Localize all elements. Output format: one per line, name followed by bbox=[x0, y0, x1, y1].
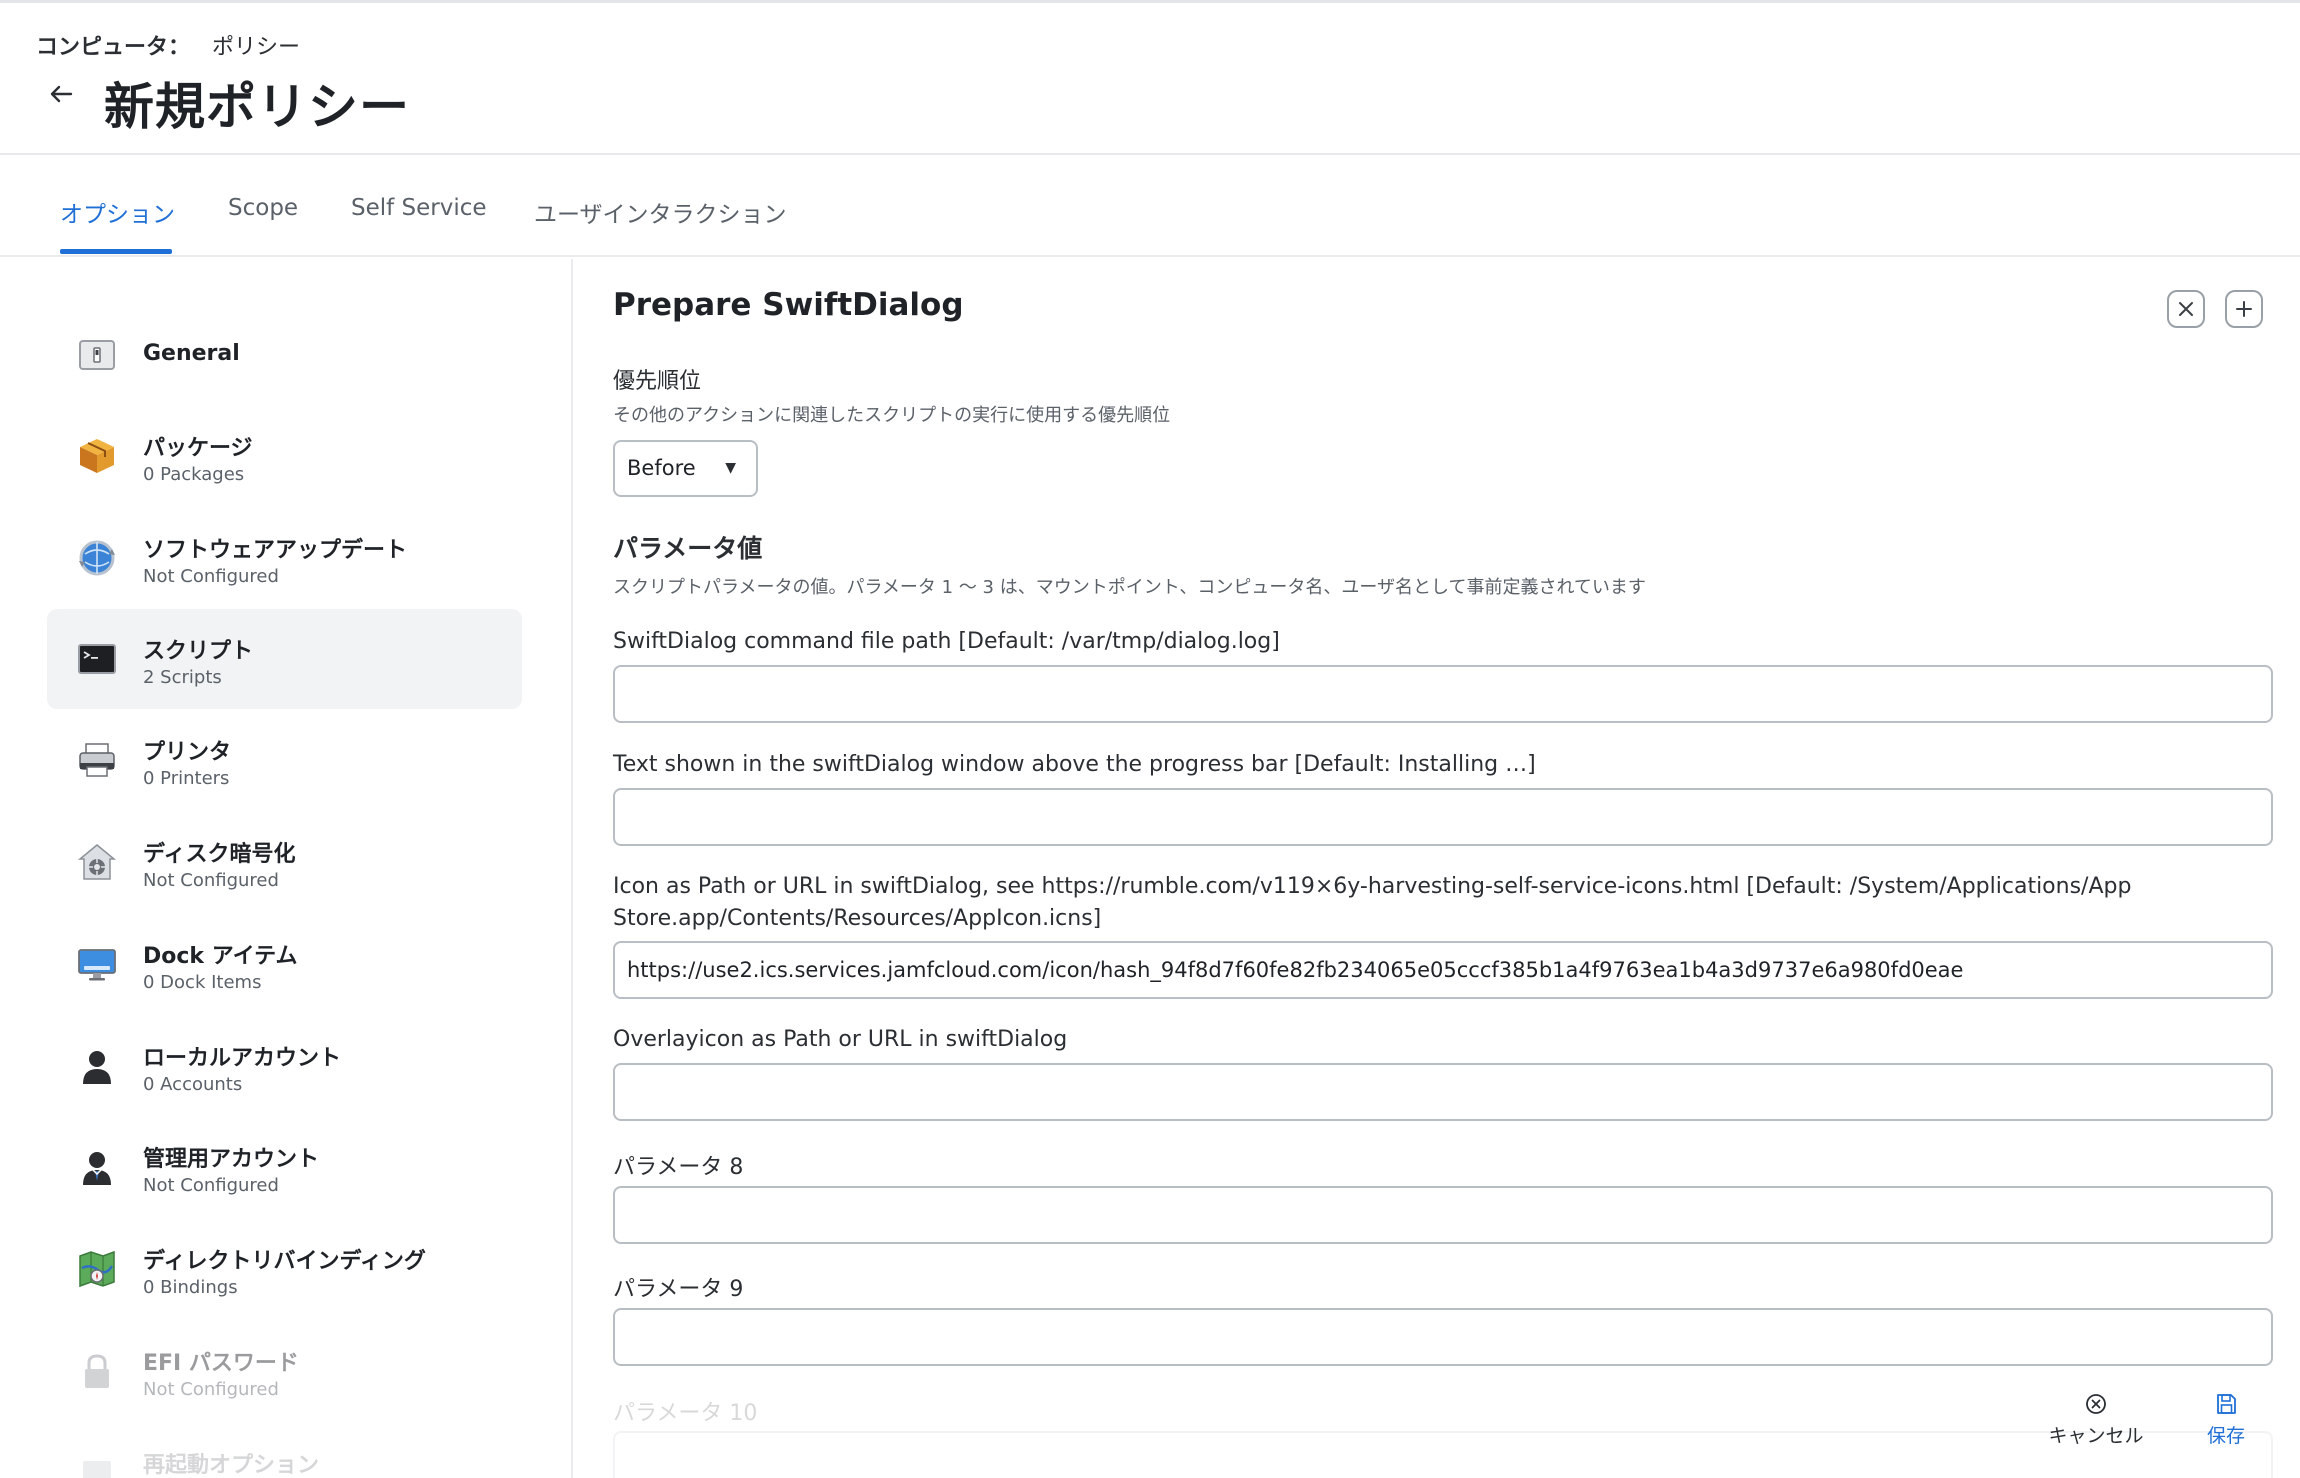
sidebar-item-label: 管理用アカウント bbox=[143, 1147, 320, 1172]
sidebar-item-count: 0 Dock Items bbox=[143, 972, 262, 993]
parameter-8-input[interactable] bbox=[613, 1186, 2273, 1244]
back-arrow-icon[interactable] bbox=[46, 79, 80, 113]
sidebar-item-label: プリンタ bbox=[143, 740, 232, 765]
close-icon bbox=[2179, 302, 2193, 316]
package-box-icon bbox=[75, 434, 119, 478]
sidebar-item-label: 再起動オプション bbox=[143, 1453, 320, 1478]
sidebar-item-label: スクリプト bbox=[143, 639, 254, 664]
sidebar-item-general[interactable]: General bbox=[47, 305, 522, 405]
parameter-5-input[interactable] bbox=[613, 788, 2273, 846]
sidebar-item-status: Not Configured bbox=[143, 870, 279, 891]
sidebar-item-dock-items[interactable]: Dock アイテム 0 Dock Items bbox=[47, 914, 522, 1014]
parameter-10-label: パラメータ 10 bbox=[613, 1401, 758, 1426]
sidebar-item-efi-password[interactable]: EFI パスワード Not Configured bbox=[47, 1321, 522, 1421]
parameter-8-label: パラメータ 8 bbox=[613, 1155, 744, 1180]
sidebar-item-packages[interactable]: パッケージ 0 Packages bbox=[47, 406, 522, 506]
save-disk-icon bbox=[2217, 1394, 2236, 1414]
sidebar: General パッケージ 0 Packages ソフトウェアアップデート No… bbox=[0, 259, 573, 1478]
sidebar-item-count: 0 Packages bbox=[143, 464, 245, 485]
sidebar-item-directory-bindings[interactable]: ディレクトリバインディング 0 Bindings bbox=[47, 1219, 522, 1319]
script-settings-panel: Prepare SwiftDialog 優先順位 その他のアクションに関連したス… bbox=[575, 259, 2300, 1478]
sidebar-item-label: ローカルアカウント bbox=[143, 1046, 342, 1071]
tab-options[interactable]: オプション bbox=[60, 195, 175, 229]
sidebar-item-status: Not Configured bbox=[143, 566, 279, 587]
caret-down-icon: ▼ bbox=[725, 460, 736, 476]
breadcrumb-current[interactable]: ポリシー bbox=[212, 35, 300, 60]
priority-select-value: Before bbox=[627, 456, 696, 480]
breadcrumb-root[interactable]: コンピュータ： bbox=[36, 35, 190, 60]
sidebar-item-scripts[interactable]: スクリプト 2 Scripts bbox=[47, 609, 522, 709]
tab-scope[interactable]: Scope bbox=[228, 195, 298, 221]
software-update-globe-icon bbox=[75, 536, 119, 580]
active-tab-indicator bbox=[60, 249, 172, 254]
sidebar-item-label: ソフトウェアアップデート bbox=[143, 538, 408, 563]
parameter-values-help: スクリプトパラメータの値。パラメータ 1 〜 3 は、マウントポイント、コンピュ… bbox=[613, 577, 1646, 598]
sidebar-item-count: 0 Accounts bbox=[143, 1074, 243, 1095]
sidebar-item-label: パッケージ bbox=[143, 436, 253, 461]
sidebar-item-status: Not Configured bbox=[143, 1379, 279, 1400]
parameter-5-label: Text shown in the swiftDialog window abo… bbox=[613, 752, 1536, 777]
disk-encryption-house-icon bbox=[75, 840, 119, 884]
sidebar-item-status: Not Configured bbox=[143, 1175, 279, 1196]
parameter-6-input[interactable]: https://use2.ics.services.jamfcloud.com/… bbox=[613, 941, 2273, 999]
save-button[interactable]: 保存 bbox=[2196, 1391, 2256, 1448]
plus-icon bbox=[2236, 301, 2252, 317]
sidebar-item-label: ディレクトリバインディング bbox=[143, 1249, 426, 1274]
priority-label: 優先順位 bbox=[613, 369, 702, 394]
parameter-9-label: パラメータ 9 bbox=[613, 1277, 744, 1302]
parameter-10-input[interactable] bbox=[613, 1431, 2273, 1478]
page-title: 新規ポリシー bbox=[104, 78, 410, 136]
tab-user-interaction[interactable]: ユーザインタラクション bbox=[534, 195, 787, 229]
sidebar-item-label: EFI パスワード bbox=[143, 1351, 299, 1376]
parameter-7-input[interactable] bbox=[613, 1063, 2273, 1121]
parameter-4-label: SwiftDialog command file path [Default: … bbox=[613, 629, 1280, 654]
lock-icon bbox=[75, 1349, 119, 1393]
sidebar-item-count: 0 Bindings bbox=[143, 1277, 238, 1298]
priority-select[interactable]: Before ▼ bbox=[613, 440, 758, 497]
breadcrumb: コンピュータ： ポリシー bbox=[36, 29, 300, 61]
sidebar-item-restart-options[interactable]: 再起動オプション bbox=[47, 1423, 522, 1478]
sidebar-item-count: 2 Scripts bbox=[143, 667, 222, 688]
sidebar-item-disk-encryption[interactable]: ディスク暗号化 Not Configured bbox=[47, 812, 522, 912]
monitor-dock-icon bbox=[75, 942, 119, 986]
printer-icon bbox=[75, 738, 119, 782]
cancel-button[interactable]: キャンセル bbox=[2043, 1391, 2149, 1448]
sidebar-item-software-updates[interactable]: ソフトウェアアップデート Not Configured bbox=[47, 508, 522, 608]
save-label: 保存 bbox=[2206, 1425, 2245, 1447]
sidebar-item-local-accounts[interactable]: ローカルアカウント 0 Accounts bbox=[47, 1016, 522, 1116]
sidebar-item-label: Dock アイテム bbox=[143, 944, 298, 969]
sidebar-item-label: ディスク暗号化 bbox=[143, 842, 296, 867]
restart-icon bbox=[75, 1451, 119, 1478]
tab-self-service[interactable]: Self Service bbox=[351, 195, 487, 221]
sidebar-item-management-account[interactable]: 管理用アカウント Not Configured bbox=[47, 1117, 522, 1217]
page-header: コンピュータ： ポリシー 新規ポリシー bbox=[0, 3, 2300, 155]
general-switch-icon bbox=[75, 333, 119, 377]
remove-script-button[interactable] bbox=[2167, 290, 2205, 328]
add-script-button[interactable] bbox=[2225, 290, 2263, 328]
sidebar-item-count: 0 Printers bbox=[143, 768, 230, 789]
cancel-circle-icon bbox=[2086, 1394, 2106, 1414]
directory-map-icon bbox=[75, 1247, 119, 1291]
script-title: Prepare SwiftDialog bbox=[613, 287, 964, 323]
parameter-9-input[interactable] bbox=[613, 1308, 2273, 1366]
parameter-6-label: Icon as Path or URL in swiftDialog, see … bbox=[613, 874, 2132, 931]
sidebar-item-label: General bbox=[143, 341, 240, 366]
parameter-4-input[interactable] bbox=[613, 665, 2273, 723]
cancel-label: キャンセル bbox=[2048, 1425, 2144, 1447]
user-silhouette-icon bbox=[75, 1044, 119, 1088]
admin-user-icon bbox=[75, 1145, 119, 1189]
sidebar-item-printers[interactable]: プリンタ 0 Printers bbox=[47, 710, 522, 810]
terminal-icon bbox=[75, 637, 119, 681]
tab-bar: オプション Scope Self Service ユーザインタラクション bbox=[0, 157, 2300, 257]
parameter-7-label: Overlayicon as Path or URL in swiftDialo… bbox=[613, 1027, 1068, 1052]
priority-help-text: その他のアクションに関連したスクリプトの実行に使用する優先順位 bbox=[613, 405, 1171, 426]
parameter-values-heading: パラメータ値 bbox=[613, 534, 763, 563]
